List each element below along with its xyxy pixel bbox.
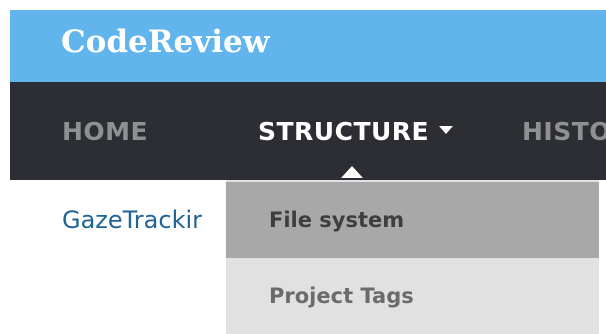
page: CodeReview HOME STRUCTURE HISTO GazeTrac… [0, 0, 606, 334]
brand-title[interactable]: CodeReview [61, 24, 269, 60]
dropdown-item-project-tags[interactable]: Project Tags [226, 258, 599, 334]
project-link[interactable]: GazeTrackir [62, 206, 202, 234]
main-navigation: HOME STRUCTURE HISTO [10, 82, 606, 180]
nav-item-history[interactable]: HISTO [522, 117, 606, 146]
active-menu-pointer-icon [341, 166, 363, 178]
dropdown-item-file-system[interactable]: File system [226, 182, 599, 258]
nav-item-structure-label: STRUCTURE [258, 117, 430, 146]
header-bar: CodeReview [10, 10, 606, 82]
nav-item-home-label: HOME [62, 117, 149, 146]
nav-item-history-label: HISTO [522, 117, 606, 146]
structure-dropdown-menu: File system Project Tags [226, 180, 599, 334]
nav-item-home[interactable]: HOME [62, 117, 148, 146]
nav-item-structure[interactable]: STRUCTURE [258, 117, 454, 146]
caret-down-icon [439, 126, 454, 134]
